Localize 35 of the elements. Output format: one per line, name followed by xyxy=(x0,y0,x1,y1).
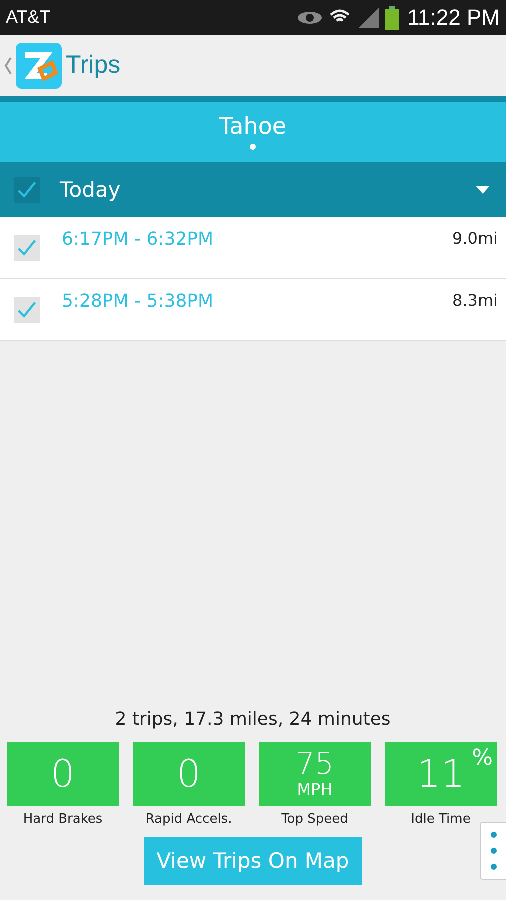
stat-unit: MPH xyxy=(297,780,333,798)
stat-value: 75 xyxy=(296,750,334,780)
trip-distance: 8.3mi xyxy=(452,291,498,310)
page-indicator-dot xyxy=(250,144,256,150)
stat-value: 11 xyxy=(416,755,466,793)
checkbox[interactable] xyxy=(14,176,40,202)
stat-value: 0 xyxy=(50,755,76,793)
stat-label: Top Speed xyxy=(282,812,348,827)
group-label: Today xyxy=(60,178,122,202)
stat-unit: % xyxy=(472,746,493,771)
trip-time: 6:17PM - 6:32PM xyxy=(62,229,215,250)
dropdown-caret-icon[interactable] xyxy=(476,186,490,194)
battery-icon xyxy=(385,6,400,30)
checkbox[interactable] xyxy=(14,235,40,261)
checkbox[interactable] xyxy=(14,297,40,323)
stat-label: Hard Brakes xyxy=(23,812,103,827)
back-icon[interactable] xyxy=(4,56,12,74)
signal-icon xyxy=(357,8,380,28)
trip-time: 5:28PM - 5:38PM xyxy=(62,291,215,312)
trip-row[interactable]: 5:28PM - 5:38PM 8.3mi xyxy=(0,279,506,341)
clock-time: 11:22 PM xyxy=(407,4,500,30)
stat-label: Rapid Accels. xyxy=(146,812,232,827)
vehicle-name: Tahoe xyxy=(219,114,287,140)
app-logo-icon xyxy=(16,42,62,88)
screen-title: Trips xyxy=(66,51,121,80)
eye-icon xyxy=(297,10,324,26)
group-header[interactable]: Today xyxy=(0,162,506,217)
stat-label: Idle Time xyxy=(411,812,471,827)
overflow-handle[interactable] xyxy=(480,822,506,880)
carrier-name: AT&T xyxy=(6,7,52,28)
trip-distance: 9.0mi xyxy=(452,229,498,248)
stat-value: 0 xyxy=(176,755,202,793)
more-dots-icon[interactable] xyxy=(490,831,498,871)
trip-row[interactable]: 6:17PM - 6:32PM 9.0mi xyxy=(0,217,506,279)
trip-summary: 2 trips, 17.3 miles, 24 minutes xyxy=(114,709,392,730)
